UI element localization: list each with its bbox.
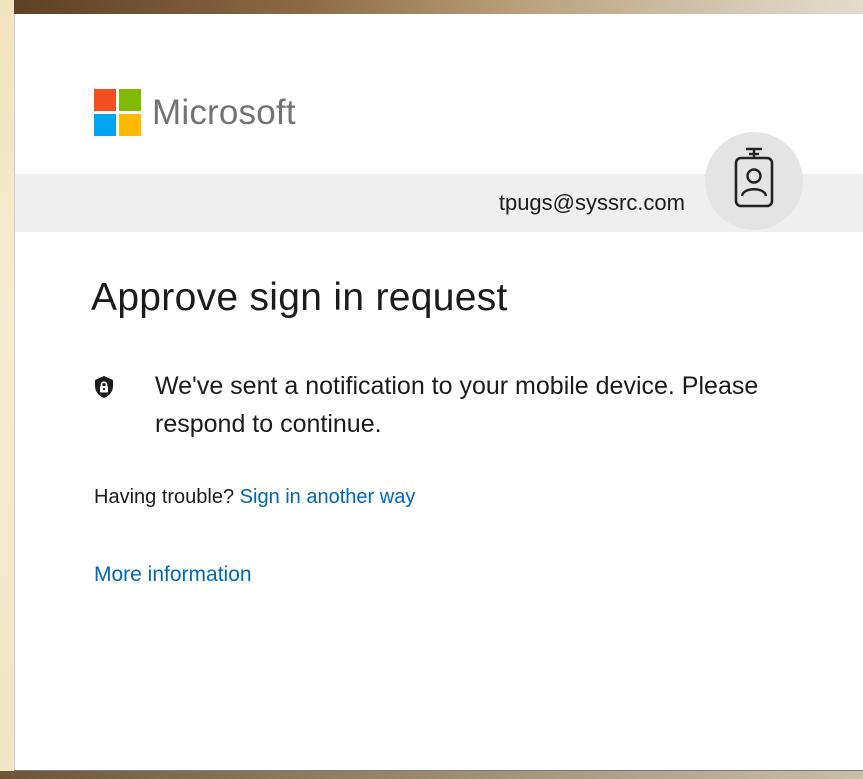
more-information-link[interactable]: More information — [94, 563, 252, 587]
having-trouble-row: Having trouble? Sign in another way — [94, 486, 415, 509]
account-email: tpugs@syssrc.com — [498, 190, 685, 215]
sign-in-another-way-link[interactable]: Sign in another way — [240, 486, 416, 508]
microsoft-logo: Microsoft — [94, 89, 296, 136]
background-left-band — [0, 0, 14, 779]
logo-square-blue — [94, 114, 116, 136]
background-top-band — [0, 0, 863, 14]
page-title: Approve sign in request — [91, 276, 508, 319]
sign-in-dialog: Microsoft tpugs@syssrc.com Approve sign … — [14, 14, 863, 771]
having-trouble-label: Having trouble? — [94, 486, 235, 508]
logo-square-red — [94, 89, 116, 111]
logo-square-yellow — [119, 114, 141, 136]
id-badge-icon — [734, 147, 774, 208]
notification-text: We've sent a notification to your mobile… — [155, 372, 759, 438]
logo-square-green — [119, 89, 141, 111]
shield-lock-icon — [95, 376, 113, 398]
background-bottom-band — [0, 771, 863, 779]
account-avatar — [705, 132, 803, 230]
microsoft-logo-icon — [94, 89, 141, 136]
brand-name: Microsoft — [152, 92, 296, 132]
